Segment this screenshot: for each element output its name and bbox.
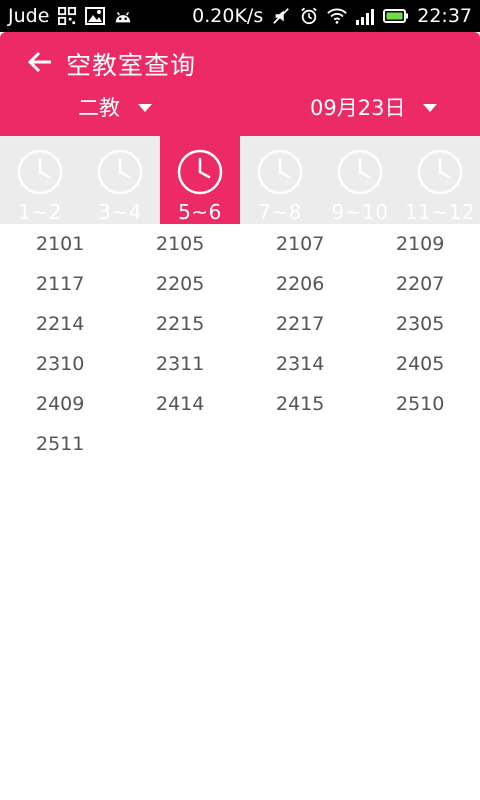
period-label: 1~2 bbox=[18, 200, 62, 224]
carrier-name: Jude bbox=[8, 5, 50, 27]
room-item[interactable]: 2214 bbox=[0, 304, 120, 344]
period-tab[interactable]: 1~2 bbox=[0, 136, 80, 224]
android-icon bbox=[113, 7, 133, 25]
app-header: 空教室查询 二教 09月23日 bbox=[0, 32, 480, 136]
battery-icon bbox=[383, 7, 409, 25]
room-item[interactable]: 2305 bbox=[360, 304, 480, 344]
status-bar: Jude 0.20K/s 22:37 bbox=[0, 0, 480, 32]
period-label: 3~4 bbox=[98, 200, 142, 224]
qr-icon bbox=[57, 7, 77, 25]
period-label: 11~12 bbox=[404, 200, 476, 224]
room-list: 2101 2105 2107 2109 2117 2205 2206 2207 2214 2215… bbox=[0, 224, 480, 464]
period-label: 7~8 bbox=[258, 200, 302, 224]
period-label: 9~10 bbox=[331, 200, 389, 224]
page-title: 空教室查询 bbox=[66, 51, 197, 80]
building-value: 二教 bbox=[78, 96, 120, 120]
clock-icon bbox=[256, 148, 304, 196]
period-tab[interactable]: 7~8 bbox=[240, 136, 320, 224]
alarm-icon bbox=[299, 7, 319, 25]
room-item[interactable]: 2310 bbox=[0, 344, 120, 384]
date-dropdown[interactable]: 09月23日 bbox=[310, 92, 438, 122]
clock-time: 22:37 bbox=[417, 5, 472, 27]
room-item[interactable]: 2117 bbox=[0, 264, 120, 304]
arrow-left-icon bbox=[27, 51, 53, 77]
room-item[interactable]: 2205 bbox=[120, 264, 240, 304]
room-item[interactable]: 2217 bbox=[240, 304, 360, 344]
period-tab[interactable]: 11~12 bbox=[400, 136, 480, 224]
room-item[interactable]: 2215 bbox=[120, 304, 240, 344]
period-tab[interactable]: 9~10 bbox=[320, 136, 400, 224]
caret-down-icon bbox=[423, 104, 438, 112]
clock-icon bbox=[96, 148, 144, 196]
period-tab[interactable]: 3~4 bbox=[80, 136, 160, 224]
room-item[interactable]: 2414 bbox=[120, 384, 240, 424]
clock-icon bbox=[176, 148, 224, 196]
period-tab-bar: 1~2 3~4 5~6 7~8 9~10 11~12 bbox=[0, 136, 480, 224]
caret-down-icon bbox=[138, 104, 152, 112]
image-icon bbox=[85, 7, 106, 25]
room-item[interactable]: 2409 bbox=[0, 384, 120, 424]
room-item[interactable]: 2101 bbox=[0, 224, 120, 264]
room-item[interactable]: 2207 bbox=[360, 264, 480, 304]
period-tab[interactable]: 5~6 bbox=[160, 136, 240, 224]
wifi-icon bbox=[327, 7, 347, 25]
mute-icon bbox=[271, 7, 291, 25]
period-label: 5~6 bbox=[178, 200, 222, 224]
room-item[interactable]: 2206 bbox=[240, 264, 360, 304]
room-item[interactable]: 2105 bbox=[120, 224, 240, 264]
room-item[interactable]: 2311 bbox=[120, 344, 240, 384]
clock-icon bbox=[16, 148, 64, 196]
date-value: 09月23日 bbox=[310, 96, 406, 120]
clock-icon bbox=[336, 148, 384, 196]
room-item[interactable]: 2405 bbox=[360, 344, 480, 384]
room-item[interactable]: 2107 bbox=[240, 224, 360, 264]
room-item[interactable]: 2510 bbox=[360, 384, 480, 424]
network-speed: 0.20K/s bbox=[192, 5, 264, 27]
signal-icon bbox=[355, 7, 375, 25]
room-item[interactable]: 2415 bbox=[240, 384, 360, 424]
room-item[interactable]: 2314 bbox=[240, 344, 360, 384]
room-item[interactable]: 2109 bbox=[360, 224, 480, 264]
room-item[interactable]: 2511 bbox=[0, 424, 120, 464]
building-dropdown[interactable]: 二教 bbox=[78, 92, 152, 122]
clock-icon bbox=[416, 148, 464, 196]
back-button[interactable] bbox=[24, 48, 56, 80]
